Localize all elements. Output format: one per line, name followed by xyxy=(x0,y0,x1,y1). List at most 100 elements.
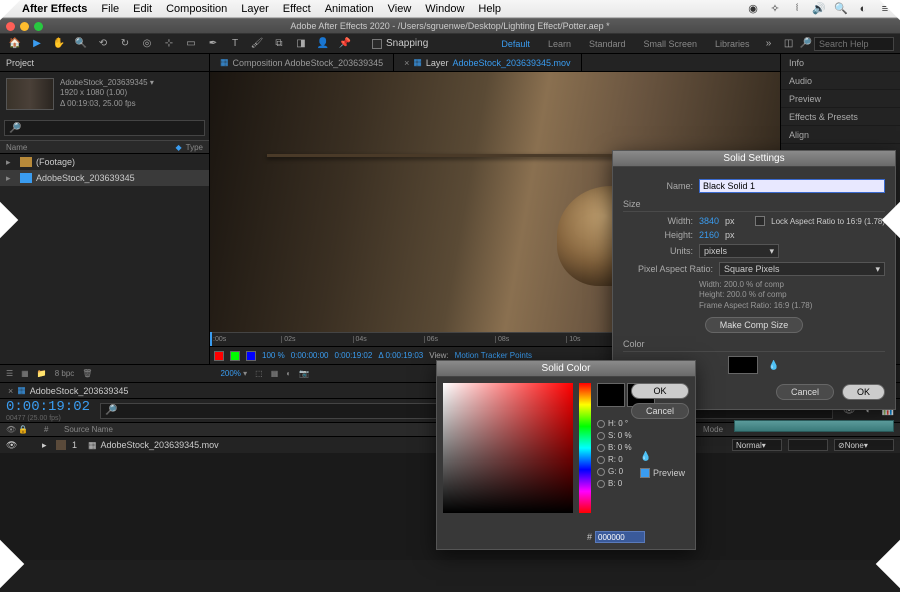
project-item-footage-folder[interactable]: ▸ (Footage) xyxy=(0,154,209,170)
rotation-tool[interactable]: ↻ xyxy=(116,36,134,52)
project-tab[interactable]: Project xyxy=(0,54,209,72)
menu-window[interactable]: Window xyxy=(425,3,464,15)
blue-channel[interactable] xyxy=(246,351,256,361)
workspace-learn[interactable]: Learn xyxy=(540,37,579,51)
eraser-tool[interactable]: ◨ xyxy=(292,36,310,52)
workspace-libraries[interactable]: Libraries xyxy=(707,37,758,51)
blend-mode-dropdown[interactable]: Normal▾ xyxy=(732,439,782,451)
ok-button[interactable]: OK xyxy=(631,383,689,399)
menu-animation[interactable]: Animation xyxy=(325,3,374,15)
green-channel[interactable] xyxy=(230,351,240,361)
preview-checkbox[interactable] xyxy=(640,468,650,478)
new-comp-icon[interactable]: ▦ xyxy=(21,369,29,378)
cancel-button[interactable]: Cancel xyxy=(776,384,834,400)
viewer-tab-comp[interactable]: ▦ Composition AdobeStock_203639345 xyxy=(210,54,394,71)
menu-edit[interactable]: Edit xyxy=(133,3,152,15)
make-comp-size-button[interactable]: Make Comp Size xyxy=(705,317,804,333)
bl-radio[interactable] xyxy=(597,480,605,488)
color-label[interactable] xyxy=(56,440,66,450)
units-dropdown[interactable]: pixels▾ xyxy=(699,244,779,258)
volume-icon[interactable]: 🔊 xyxy=(812,2,826,16)
solid-name-input[interactable] xyxy=(699,179,885,193)
wifi-icon[interactable]: ⧙ xyxy=(790,2,804,16)
h-radio[interactable] xyxy=(597,420,605,428)
tc-in[interactable]: 0:00:00:00 xyxy=(291,351,329,360)
mask-icon[interactable]: ◐ xyxy=(286,369,291,378)
project-item-comp[interactable]: ▸ AdobeStock_203639345 xyxy=(0,170,209,186)
interpret-icon[interactable]: ☰ xyxy=(6,369,13,378)
viewer-tab-layer[interactable]: × ▦ Layer AdobeStock_203639345.mov xyxy=(394,54,581,71)
workspace-menu-icon[interactable]: » xyxy=(760,36,778,52)
panel-toggle-icon[interactable]: ◫ xyxy=(780,36,798,52)
grid-icon[interactable]: ▦ xyxy=(271,369,279,378)
par-dropdown[interactable]: Square Pixels▾ xyxy=(719,262,885,276)
project-search[interactable]: 🔎 xyxy=(4,120,205,136)
siri-icon[interactable]: ◐ xyxy=(856,2,870,16)
snapshot-icon[interactable]: 📷 xyxy=(299,369,309,378)
chevron-right-icon[interactable]: ▸ xyxy=(42,440,50,451)
view-mode-dropdown[interactable]: Motion Tracker Points xyxy=(455,351,532,360)
roto-tool[interactable]: 👤 xyxy=(314,36,332,52)
b-radio[interactable] xyxy=(597,444,605,452)
search-help-input[interactable] xyxy=(814,37,894,51)
panel-audio[interactable]: Audio xyxy=(781,72,900,90)
r-radio[interactable] xyxy=(597,456,605,464)
panel-preview[interactable]: Preview xyxy=(781,90,900,108)
hand-tool[interactable]: ✋ xyxy=(50,36,68,52)
channel-pct[interactable]: 100 % xyxy=(262,351,285,360)
hue-slider[interactable] xyxy=(579,383,591,513)
clone-tool[interactable]: ⧉ xyxy=(270,36,288,52)
magnification-dropdown[interactable]: 200% ▾ xyxy=(220,369,247,378)
workspace-default[interactable]: Default xyxy=(493,37,538,51)
s-radio[interactable] xyxy=(597,432,605,440)
cancel-button[interactable]: Cancel xyxy=(631,403,689,419)
shape-tool[interactable]: ▭ xyxy=(182,36,200,52)
zoom-window-button[interactable] xyxy=(34,22,43,31)
orbit-tool[interactable]: ⟲ xyxy=(94,36,112,52)
col-name[interactable]: Name xyxy=(6,143,27,152)
close-window-button[interactable] xyxy=(6,22,15,31)
col-tag-icon[interactable]: ◆ xyxy=(176,143,182,152)
menu-layer[interactable]: Layer xyxy=(241,3,269,15)
type-tool[interactable]: T xyxy=(226,36,244,52)
trkmat-dropdown[interactable] xyxy=(788,439,828,451)
new-folder-icon[interactable]: 📁 xyxy=(37,369,47,378)
visibility-icon[interactable]: 👁 xyxy=(6,440,18,451)
menu-composition[interactable]: Composition xyxy=(166,3,227,15)
tc-dur[interactable]: Δ 0:00:19:03 xyxy=(378,351,423,360)
g-radio[interactable] xyxy=(597,468,605,476)
tc-out[interactable]: 0:00:19:02 xyxy=(335,351,373,360)
menu-file[interactable]: File xyxy=(101,3,119,15)
timeline-clip-bar[interactable] xyxy=(734,420,894,432)
selection-tool[interactable]: ▶ xyxy=(28,36,46,52)
chevron-right-icon[interactable]: ▸ xyxy=(6,173,16,184)
resolution-dropdown[interactable]: ⬚ xyxy=(255,369,263,378)
col-type[interactable]: Type xyxy=(186,143,203,152)
menu-effect[interactable]: Effect xyxy=(283,3,311,15)
panel-info[interactable]: Info xyxy=(781,54,900,72)
pen-tool[interactable]: ✒ xyxy=(204,36,222,52)
hex-input[interactable] xyxy=(595,531,645,543)
color-field[interactable] xyxy=(443,383,573,513)
app-menu[interactable]: After Effects xyxy=(22,3,87,15)
snapping-checkbox[interactable] xyxy=(372,39,382,49)
brush-tool[interactable]: 🖌 xyxy=(248,36,266,52)
spotlight-icon[interactable]: 🔍 xyxy=(834,2,848,16)
panel-align[interactable]: Align xyxy=(781,126,900,144)
trash-icon[interactable]: 🗑 xyxy=(82,369,92,378)
eyedropper-icon[interactable]: 💧 xyxy=(640,451,685,462)
chevron-right-icon[interactable]: ▸ xyxy=(6,157,16,168)
color-swatch[interactable] xyxy=(728,356,758,374)
current-timecode[interactable]: 0:00:19:02 xyxy=(6,399,90,415)
workspace-standard[interactable]: Standard xyxy=(581,37,634,51)
panel-effects-presets[interactable]: Effects & Presets xyxy=(781,108,900,126)
pan-behind-tool[interactable]: ⊹ xyxy=(160,36,178,52)
height-value[interactable]: 2160 xyxy=(699,230,719,240)
bpc-button[interactable]: 8 bpc xyxy=(55,369,75,378)
red-channel[interactable] xyxy=(214,351,224,361)
parent-dropdown[interactable]: ⊘ None▾ xyxy=(834,439,894,451)
asset-thumbnail[interactable] xyxy=(6,78,54,110)
workspace-small[interactable]: Small Screen xyxy=(636,37,706,51)
width-value[interactable]: 3840 xyxy=(699,216,719,226)
eyedropper-icon[interactable]: 💧 xyxy=(768,360,779,371)
